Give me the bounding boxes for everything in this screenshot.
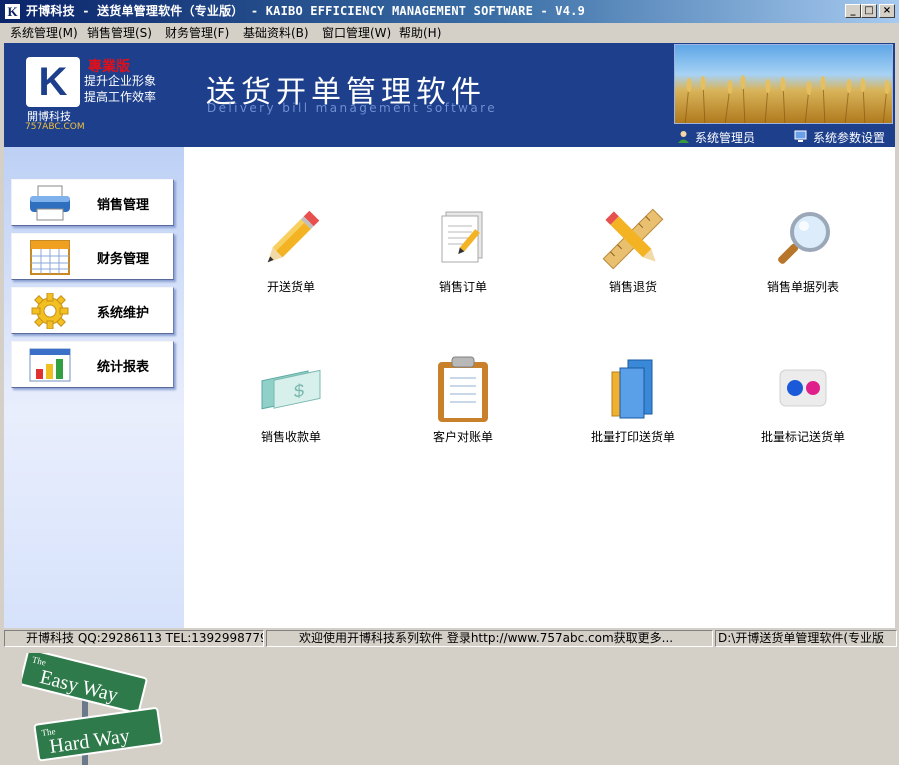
sidebar-item-label: 销售管理	[97, 198, 150, 213]
sidebar-item-label: 统计报表	[97, 360, 150, 375]
tile-sales-return[interactable]: 销售退货	[563, 204, 703, 324]
sidebar-item-reports[interactable]: 统计报表	[11, 341, 174, 388]
banner: K 開博科技 757ABC.COM 專業版 提升企业形象 提高工作效率 送货开单…	[4, 43, 895, 147]
menu-window[interactable]: 窗口管理(W)	[322, 25, 391, 42]
magnifier-icon	[778, 212, 830, 264]
tile-label: 批量标记送货单	[760, 430, 845, 444]
sidebar-item-finance[interactable]: 财务管理	[11, 233, 174, 280]
menu-basic-data[interactable]: 基础资料(B)	[243, 25, 309, 42]
system-settings-link[interactable]: 系统参数设置	[813, 129, 885, 146]
pencil-ruler-icon	[602, 208, 664, 270]
menu-system[interactable]: 系统管理(M)	[10, 25, 78, 42]
calendar-icon	[30, 240, 70, 275]
bar-chart-icon	[29, 348, 71, 382]
slogan-line-2: 提高工作效率	[84, 90, 157, 104]
tile-label: 销售收款单	[260, 430, 321, 444]
tile-sales-receipt[interactable]: $ 销售收款单	[221, 354, 361, 474]
slogan-line-1: 提升企业形象	[84, 74, 157, 88]
svg-text:$: $	[294, 380, 304, 402]
tile-label: 销售退货	[608, 280, 657, 294]
status-path: D:\开博送货单管理软件(专业版	[715, 630, 897, 647]
sidebar: 销售管理 财务管理 系统维护 统计报表 The Easy Way The Har…	[4, 147, 190, 765]
title-bar[interactable]: K 开博科技 - 送货单管理软件（专业版） - KAIBO EFFICIENCY…	[0, 0, 899, 23]
tile-label: 销售订单	[438, 280, 487, 294]
menu-finance[interactable]: 财务管理(F)	[165, 25, 229, 42]
window-title: 开博科技 - 送货单管理软件（专业版） - KAIBO EFFICIENCY M…	[26, 4, 586, 18]
tile-label: 客户对账单	[432, 430, 493, 444]
sidebar-item-label: 财务管理	[97, 252, 150, 267]
current-user-link[interactable]: 系统管理员	[695, 129, 755, 146]
tile-sales-order[interactable]: 销售订单	[393, 204, 533, 324]
gear-icon	[31, 293, 69, 329]
sidebar-item-label: 系统维护	[97, 306, 150, 321]
wheat-field-image	[674, 44, 893, 124]
app-subtitle: Delivery bill management software	[207, 101, 497, 115]
main-panel: 开送货单 销售订单 销售退货 销售单据列表 $ 销售收款单 客户对账单 批量打印…	[184, 147, 895, 628]
menu-help[interactable]: 帮助(H)	[399, 25, 441, 42]
status-bar: 开博科技 QQ:29286113 TEL:13929987799 欢迎使用开博科…	[0, 628, 899, 650]
tile-sales-list[interactable]: 销售单据列表	[733, 204, 873, 324]
dots-icon	[779, 369, 827, 407]
maximize-button[interactable]: □	[861, 4, 877, 18]
pencil-icon	[267, 210, 320, 263]
tile-customer-statement[interactable]: 客户对账单	[393, 354, 533, 474]
sidebar-item-sales[interactable]: 销售管理	[11, 179, 174, 226]
status-contact: 开博科技 QQ:29286113 TEL:13929987799	[4, 630, 264, 647]
close-button[interactable]: ×	[879, 4, 895, 18]
menu-bar: 系统管理(M) 销售管理(S) 财务管理(F) 基础资料(B) 窗口管理(W) …	[0, 23, 899, 43]
printer-icon	[30, 185, 70, 221]
user-icon[interactable]	[677, 130, 690, 143]
logo-url: 757ABC.COM	[25, 122, 85, 132]
logo: K	[26, 57, 80, 107]
minimize-button[interactable]: _	[845, 4, 861, 18]
tile-new-delivery[interactable]: 开送货单	[221, 204, 361, 324]
status-welcome: 欢迎使用开博科技系列软件 登录http://www.757abc.com获取更多…	[266, 630, 713, 647]
payment-card-icon: $	[261, 369, 321, 410]
sidebar-item-maintenance[interactable]: 系统维护	[11, 287, 174, 334]
tile-label: 批量打印送货单	[590, 430, 675, 444]
menu-sales[interactable]: 销售管理(S)	[87, 25, 152, 42]
easy-hard-way-sign: The Easy Way The Hard Way	[22, 653, 163, 765]
tile-batch-print[interactable]: 批量打印送货单	[563, 354, 703, 474]
app-icon[interactable]: K	[4, 3, 21, 20]
clipboard-icon	[438, 356, 488, 422]
monitor-icon[interactable]	[794, 130, 807, 143]
tile-batch-mark[interactable]: 批量标记送货单	[733, 354, 873, 474]
tile-label: 销售单据列表	[766, 280, 839, 294]
tile-label: 开送货单	[266, 280, 315, 294]
document-edit-icon	[441, 211, 483, 263]
folders-icon	[611, 359, 653, 419]
